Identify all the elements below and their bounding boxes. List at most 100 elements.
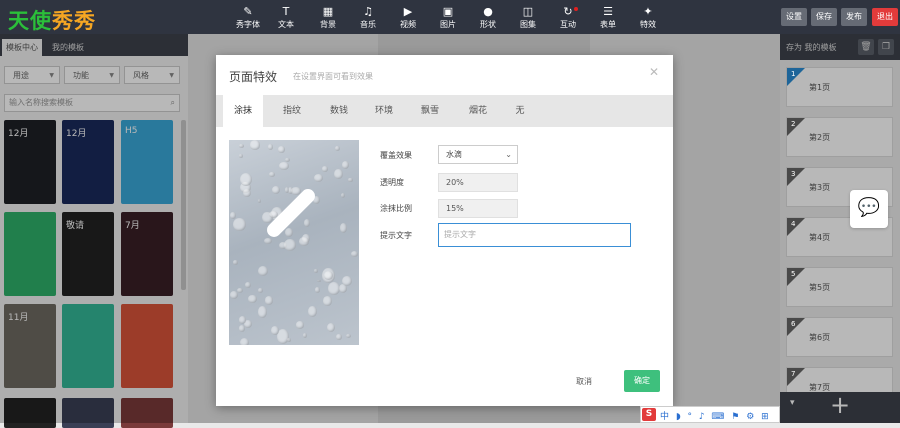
water-drop [239, 153, 244, 159]
chevron-down-icon: ⌄ [505, 150, 512, 159]
water-drop [287, 338, 291, 342]
water-drop [302, 332, 307, 338]
water-drop [283, 239, 297, 252]
water-drop [257, 306, 268, 318]
prompt-text-label: 提示文字 [380, 231, 412, 240]
page-number: 3 [791, 170, 796, 178]
water-drop [230, 291, 238, 300]
water-drop [299, 237, 309, 246]
toolbar-label: 形状 [480, 20, 496, 29]
toolbar-form-button[interactable]: ☰ 表单 [590, 6, 626, 30]
tab-smear[interactable]: 涂抹 [223, 95, 263, 127]
water-drop [248, 294, 257, 303]
sogou-logo-icon[interactable]: S [642, 408, 656, 421]
cover-effect-label: 覆盖效果 [380, 151, 412, 160]
effect-tabs: 涂抹 指纹 数钱 环境 飘雪 烟花 无 [216, 95, 673, 127]
exit-button[interactable]: 退出 [872, 8, 898, 26]
pen-icon: ✎ [243, 5, 253, 18]
water-drop [277, 146, 285, 153]
smear-ratio-field[interactable]: 15% [438, 199, 518, 218]
water-drop [239, 144, 244, 149]
prompt-text-input[interactable]: 提示文字 [438, 223, 631, 247]
tab-fingerprint[interactable]: 指纹 [272, 95, 312, 127]
text-icon: T [282, 5, 290, 18]
toolbar-text-button[interactable]: T 文本 [268, 6, 304, 30]
tab-count-money[interactable]: 数钱 [319, 95, 359, 127]
page-number: 6 [791, 320, 796, 328]
page-number: 1 [791, 70, 796, 78]
water-drop [314, 269, 318, 273]
water-drop [314, 287, 320, 293]
water-drop [335, 145, 340, 151]
toolbar-shape-button[interactable]: ● 形状 [470, 6, 506, 30]
toolbar-label: 图集 [520, 20, 536, 29]
toolbar-label: 文本 [278, 20, 294, 29]
toolbar-video-button[interactable]: ▶ 视频 [390, 6, 426, 30]
toolbar-effect-button[interactable]: ✦ 特效 [630, 6, 666, 30]
toolbar-label: 表单 [600, 20, 616, 29]
water-drop [339, 223, 348, 233]
water-drop [336, 333, 342, 341]
water-drop [245, 281, 252, 289]
water-drop [263, 237, 272, 245]
water-drop [323, 270, 333, 280]
app-logo: 天使秀秀 [8, 9, 96, 33]
ime-status[interactable]: 中 ◗ ° ♪ ⌨ ⚑ ⚙ ⊞ [660, 409, 771, 422]
toolbar-label: 背景 [320, 20, 336, 29]
dialog-hint: 在设置界面可看到效果 [293, 72, 373, 81]
page-number: 4 [791, 220, 796, 228]
form-icon: ☰ [603, 5, 613, 18]
page-number: 5 [791, 270, 796, 278]
water-drop [296, 321, 304, 329]
water-drop [257, 265, 269, 277]
water-drop [264, 296, 274, 306]
water-drop [321, 166, 328, 172]
water-drop [249, 140, 261, 150]
settings-button[interactable]: 设置 [781, 8, 807, 26]
water-drop [232, 260, 238, 265]
page-effect-dialog: 页面特效 在设置界面可看到效果 ✕ 涂抹 指纹 数钱 环境 飘雪 烟花 无 覆盖… [216, 55, 673, 406]
save-button[interactable]: 保存 [811, 8, 837, 26]
notification-dot [574, 7, 578, 11]
toolbar-gallery-button[interactable]: ◫ 图集 [510, 6, 546, 30]
toolbar-music-button[interactable]: ♫ 音乐 [350, 6, 386, 30]
gallery-icon: ◫ [522, 5, 534, 18]
opacity-field[interactable]: 20% [438, 173, 518, 192]
water-drop [284, 186, 290, 193]
water-drop [268, 144, 274, 150]
water-drop [342, 275, 352, 286]
tab-snow[interactable]: 飘雪 [410, 95, 450, 127]
toolbar-background-button[interactable]: ▦ 背景 [310, 6, 346, 30]
cover-effect-select[interactable]: 水滴 ⌄ [438, 145, 518, 164]
water-drop [308, 305, 317, 317]
water-drop [233, 217, 246, 232]
toolbar-label: 视频 [400, 20, 416, 29]
tab-environment[interactable]: 环境 [364, 95, 404, 127]
water-drop [341, 160, 350, 170]
publish-button[interactable]: 发布 [841, 8, 867, 26]
close-icon[interactable]: ✕ [649, 65, 659, 79]
water-drop [229, 211, 236, 220]
confirm-button[interactable]: 确定 [624, 370, 660, 392]
ime-toolbar: S 中 ◗ ° ♪ ⌨ ⚑ ⚙ ⊞ [640, 406, 780, 423]
water-drop [350, 250, 358, 258]
water-drop [327, 322, 336, 333]
tab-fireworks[interactable]: 烟花 [458, 95, 498, 127]
music-icon: ♫ [363, 5, 373, 18]
toolbar-label: 互动 [560, 20, 576, 29]
toolbar-label: 特效 [640, 20, 656, 29]
toolbar-pen-button[interactable]: ✎ 秀字体 [230, 6, 266, 30]
water-drop [240, 338, 250, 345]
toolbar-label: 秀字体 [236, 20, 260, 29]
tab-none[interactable]: 无 [500, 95, 540, 127]
toolbar-image-button[interactable]: ▣ 图片 [430, 6, 466, 30]
cancel-button[interactable]: 取消 [576, 376, 592, 387]
toolbar-interact-button[interactable]: ↻ 互动 [550, 6, 586, 30]
water-drop [279, 161, 289, 170]
water-drop [269, 171, 275, 178]
water-drop [346, 333, 352, 338]
water-drop [303, 219, 310, 227]
chat-icon[interactable]: 💬 [850, 190, 888, 228]
water-drop [238, 325, 246, 332]
page-number: 2 [791, 120, 796, 128]
